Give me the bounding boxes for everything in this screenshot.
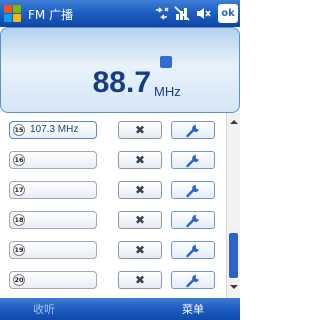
frequency-display: 88.7 MHz xyxy=(0,27,240,113)
close-icon: ✖ xyxy=(134,153,146,167)
close-icon: ✖ xyxy=(134,243,146,257)
connectivity-icon[interactable] xyxy=(153,5,170,22)
windows-start-icon[interactable] xyxy=(3,4,22,23)
edit-preset-button[interactable] xyxy=(171,121,215,139)
delete-preset-button[interactable]: ✖ xyxy=(118,211,162,229)
delete-preset-button[interactable]: ✖ xyxy=(118,151,162,169)
preset-number-badge: 15 xyxy=(13,124,25,136)
fm-radio-screen: FM 广播 ok 88.7 MHz 15 107.3 MHz ✖ 16 ✖ 17… xyxy=(0,0,240,320)
title-bar: FM 广播 ok xyxy=(0,0,240,27)
preset-slot-button[interactable]: 17 xyxy=(9,181,97,199)
scroll-up-arrow-icon[interactable] xyxy=(230,120,238,124)
wrench-icon xyxy=(186,124,199,138)
scroll-thumb[interactable] xyxy=(229,233,238,278)
volume-muted-icon[interactable] xyxy=(195,5,212,22)
close-icon: ✖ xyxy=(134,183,146,197)
preset-list-scrollbar[interactable] xyxy=(226,113,240,298)
delete-preset-button[interactable]: ✖ xyxy=(118,121,162,139)
app-title: FM 广播 xyxy=(28,8,74,22)
signal-off-icon[interactable] xyxy=(174,5,191,22)
wrench-icon xyxy=(186,154,199,168)
delete-preset-button[interactable]: ✖ xyxy=(118,241,162,259)
preset-number-badge: 18 xyxy=(13,214,25,226)
close-icon: ✖ xyxy=(134,213,146,227)
preset-number-badge: 20 xyxy=(13,274,25,286)
close-icon: ✖ xyxy=(134,273,146,287)
preset-row: 16 ✖ xyxy=(0,145,226,175)
delete-preset-button[interactable]: ✖ xyxy=(118,181,162,199)
listen-softkey[interactable]: 收听 xyxy=(33,301,55,317)
preset-slot-button[interactable]: 16 xyxy=(9,151,97,169)
preset-row: 17 ✖ xyxy=(0,175,226,205)
preset-slot-button[interactable]: 15 107.3 MHz xyxy=(9,121,97,139)
preset-slot-button[interactable]: 18 xyxy=(9,211,97,229)
preset-row: 18 ✖ xyxy=(0,205,226,235)
edit-preset-button[interactable] xyxy=(171,181,215,199)
preset-number-badge: 16 xyxy=(13,154,25,166)
preset-row: 19 ✖ xyxy=(0,235,226,265)
preset-number-badge: 19 xyxy=(13,244,25,256)
wrench-icon xyxy=(186,274,199,288)
preset-row: 20 ✖ xyxy=(0,265,226,295)
softkey-bar: 收听 菜单 xyxy=(0,298,240,320)
stereo-indicator-icon xyxy=(160,56,172,68)
frequency-value: 88.7 xyxy=(92,66,151,99)
edit-preset-button[interactable] xyxy=(171,151,215,169)
menu-softkey[interactable]: 菜单 xyxy=(182,301,204,317)
edit-preset-button[interactable] xyxy=(171,241,215,259)
delete-preset-button[interactable]: ✖ xyxy=(118,271,162,289)
wrench-icon xyxy=(186,214,199,228)
wrench-icon xyxy=(186,244,199,258)
ok-button[interactable]: ok xyxy=(218,4,238,23)
scroll-down-arrow-icon[interactable] xyxy=(230,285,238,289)
frequency-unit: MHz xyxy=(154,84,181,99)
preset-frequency-label: 107.3 MHz xyxy=(30,124,79,135)
preset-slot-button[interactable]: 20 xyxy=(9,271,97,289)
edit-preset-button[interactable] xyxy=(171,211,215,229)
preset-slot-button[interactable]: 19 xyxy=(9,241,97,259)
preset-row: 15 107.3 MHz ✖ xyxy=(0,115,226,145)
preset-number-badge: 17 xyxy=(13,184,25,196)
edit-preset-button[interactable] xyxy=(171,271,215,289)
close-icon: ✖ xyxy=(134,123,146,137)
wrench-icon xyxy=(186,184,199,198)
